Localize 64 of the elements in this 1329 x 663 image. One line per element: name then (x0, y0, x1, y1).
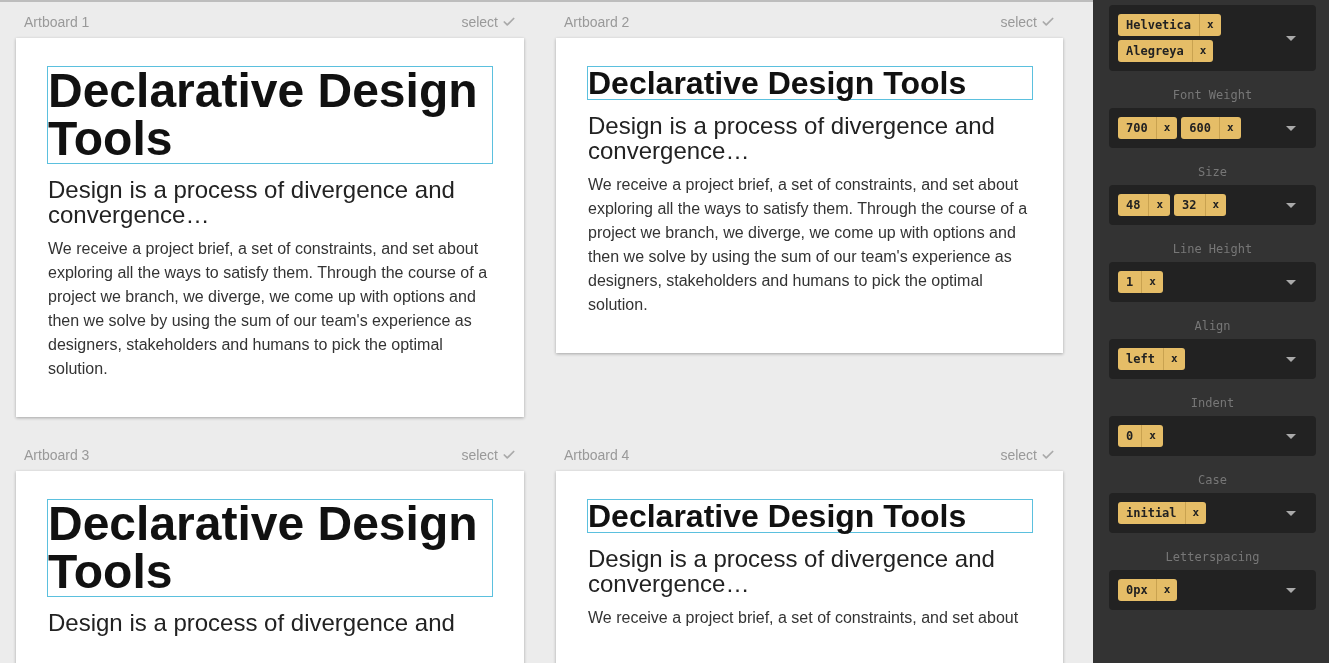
heading: Declarative Design Tools (587, 499, 1033, 533)
heading: Declarative Design Tools (587, 66, 1033, 100)
chip-text: 1 (1125, 274, 1135, 291)
remove-chip-button[interactable]: x (1141, 425, 1163, 447)
remove-chip-button[interactable]: x (1155, 117, 1178, 139)
heading: Declarative Design Tools (47, 499, 493, 597)
dropdown-caret-icon (1286, 587, 1296, 593)
subtitle: Design is a process of divergence and convergence… (47, 177, 456, 227)
filter-label: Case (1198, 473, 1227, 487)
multi-select-field[interactable]: 1 x (1109, 262, 1316, 302)
subtitle: Design is a process of divergence and (47, 610, 456, 635)
filter-label: Line Height (1172, 242, 1253, 256)
chip-text: Alegreya (1125, 43, 1185, 60)
remove-chip-button[interactable]: x (1191, 40, 1214, 62)
chip-text: 600 (1188, 120, 1212, 137)
subtitle: Design is a process of divergence and convergence… (587, 113, 996, 163)
multi-select-field[interactable]: 700 x 600 x (1109, 108, 1316, 148)
remove-chip-button[interactable]: x (1219, 117, 1241, 139)
body-paragraph: We receive a project brief, a set of constraints, and set about (587, 608, 1020, 628)
chip-text: initial (1125, 505, 1178, 522)
check-icon (502, 448, 516, 462)
remove-chip-button[interactable]: x (1141, 271, 1163, 293)
remove-chip-button[interactable]: x (1155, 579, 1178, 601)
filter-label: Align (1194, 319, 1231, 333)
artboard-label: Artboard 1 (24, 12, 90, 32)
multi-select-field[interactable]: left x (1109, 339, 1316, 379)
chip-text: 32 (1181, 197, 1198, 214)
filter-label: Indent (1190, 396, 1235, 410)
dropdown-caret-icon (1286, 510, 1296, 516)
filter-label: Font Weight (1172, 88, 1253, 102)
dropdown-caret-icon (1286, 35, 1296, 41)
remove-chip-button[interactable]: x (1199, 14, 1221, 36)
filter-label: Size (1198, 165, 1227, 179)
chip-text: left (1125, 351, 1156, 368)
chip-text: 0 (1125, 428, 1135, 445)
multi-select-field[interactable]: initial x (1109, 493, 1316, 533)
multi-select-field[interactable]: 48 x 32 x (1109, 185, 1316, 225)
body-paragraph: We receive a project brief, a set of constraints, and set about exploring all the ways to satisfy them. Through the course of a project we branch, we diverge, we come up with options and then we solve by using the sum of our team's experience as designers, stakeholders and humans to pick the optimal solution. (587, 175, 1029, 315)
dropdown-caret-icon (1286, 125, 1296, 131)
artboard-label: Artboard 3 (24, 445, 90, 465)
check-icon (502, 15, 516, 29)
subtitle: Design is a process of divergence and convergence… (587, 546, 996, 596)
remove-chip-button[interactable]: x (1184, 502, 1207, 524)
dropdown-caret-icon (1286, 279, 1296, 285)
body-paragraph: We receive a project brief, a set of constraints, and set about exploring all the ways to satisfy them. Through the course of a project we branch, we diverge, we come up with options and then we solve by using the sum of our team's experience as designers, stakeholders and humans to pick the optimal solution. (47, 239, 489, 379)
chip-text: Helvetica (1125, 17, 1193, 34)
remove-chip-button[interactable]: x (1162, 348, 1185, 370)
dropdown-caret-icon (1286, 356, 1296, 362)
multi-select-field[interactable]: 0px x (1109, 570, 1316, 610)
chip-text: 0px (1125, 582, 1149, 599)
dropdown-caret-icon (1286, 433, 1296, 439)
chip-text: 700 (1125, 120, 1149, 137)
artboard-label: Artboard 2 (564, 12, 630, 32)
heading: Declarative Design Tools (47, 66, 493, 164)
filter-label: Letterspacing (1165, 550, 1260, 564)
check-icon (1041, 15, 1055, 29)
multi-select-field[interactable]: 0 x (1109, 416, 1316, 456)
chip-text: 48 (1125, 197, 1142, 214)
dropdown-caret-icon (1286, 202, 1296, 208)
multi-select-field[interactable]: Helvetica x Alegreya x (1109, 5, 1316, 71)
artboard-label: Artboard 4 (564, 445, 630, 465)
remove-chip-button[interactable]: x (1148, 194, 1171, 216)
check-icon (1041, 448, 1055, 462)
remove-chip-button[interactable]: x (1204, 194, 1227, 216)
